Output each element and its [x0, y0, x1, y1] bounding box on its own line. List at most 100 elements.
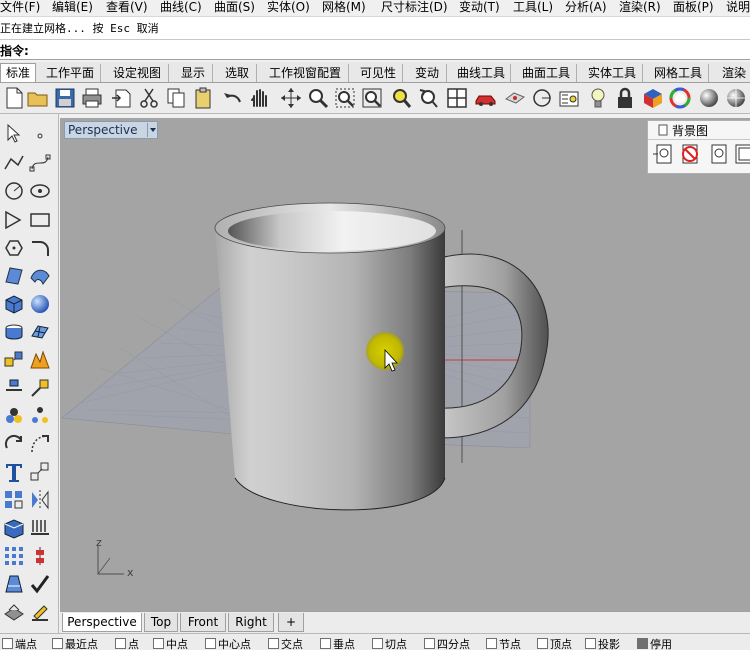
perspective-viewport[interactable]: z x Perspective [60, 118, 750, 611]
viewport-tab-front[interactable]: Front [180, 613, 226, 632]
snap-end[interactable]: 端点 [2, 636, 37, 650]
cylinder-icon[interactable] [2, 320, 26, 344]
tab-curve-tools[interactable]: 曲线工具 [452, 64, 511, 82]
circle-tool-icon[interactable] [530, 86, 554, 110]
menu-help[interactable]: 说明 [726, 0, 750, 14]
menu-analyze[interactable]: 分析(A) [565, 0, 607, 14]
menu-solid[interactable]: 实体(O) [267, 0, 310, 14]
move-background-icon[interactable] [708, 143, 730, 165]
plane-icon[interactable] [503, 86, 527, 110]
copy-object-icon[interactable] [28, 376, 52, 400]
polyline-icon[interactable] [2, 151, 26, 175]
zoom-window-icon[interactable] [333, 86, 357, 110]
explode-icon[interactable] [2, 348, 26, 372]
menu-dimension[interactable]: 尺寸标注(D) [381, 0, 448, 14]
copy-icon[interactable] [164, 86, 188, 110]
snap-vertex-checkbox[interactable] [537, 638, 548, 649]
layer-icon[interactable] [557, 86, 581, 110]
point-icon[interactable] [28, 122, 52, 146]
check-icon[interactable] [28, 572, 52, 596]
snap-knot[interactable]: 节点 [486, 636, 521, 650]
add-viewport-tab-button[interactable]: + [278, 613, 304, 632]
tab-select[interactable]: 选取 [218, 64, 257, 82]
viewport-title-tab[interactable]: Perspective [64, 121, 158, 139]
scale-icon[interactable] [28, 432, 52, 456]
snap-center-checkbox[interactable] [205, 638, 216, 649]
print-icon[interactable] [80, 86, 104, 110]
dimension-icon[interactable] [28, 516, 52, 540]
text-icon[interactable] [2, 460, 26, 484]
snap-project[interactable]: 投影 [585, 636, 620, 650]
menu-render[interactable]: 渲染(R) [619, 0, 661, 14]
surface-from-points-icon[interactable] [2, 264, 26, 288]
cut-icon[interactable] [137, 86, 161, 110]
snap-near[interactable]: 最近点 [52, 636, 98, 650]
new-file-icon[interactable] [2, 86, 26, 110]
snap-disable[interactable]: 停用 [637, 636, 672, 650]
rotate-view-icon[interactable] [279, 86, 303, 110]
snap-end-checkbox[interactable] [2, 638, 13, 649]
snap-perpendicular-checkbox[interactable] [320, 638, 331, 649]
scale-background-icon[interactable] [734, 143, 750, 165]
tab-standard[interactable]: 标准 [0, 63, 36, 82]
tab-mesh-tools[interactable]: 网格工具 [648, 64, 709, 82]
snap-center[interactable]: 中心点 [205, 636, 251, 650]
menu-view[interactable]: 查看(V) [106, 0, 148, 14]
menu-edit[interactable]: 编辑(E) [52, 0, 93, 14]
light-bulb-icon[interactable] [586, 86, 610, 110]
viewport-menu-arrow[interactable] [147, 123, 158, 137]
snap-point[interactable]: 点 [115, 636, 139, 650]
snap-knot-checkbox[interactable] [486, 638, 497, 649]
sweep-surface-icon[interactable] [28, 264, 52, 288]
snap-intersection-checkbox[interactable] [268, 638, 279, 649]
car-icon[interactable] [474, 86, 498, 110]
mesh-icon[interactable] [28, 320, 52, 344]
tab-cplanes[interactable]: 工作平面 [40, 64, 101, 82]
snap-vertex[interactable]: 顶点 [537, 636, 572, 650]
transform-icon[interactable] [28, 460, 52, 484]
menu-transform[interactable]: 变动(T) [459, 0, 500, 14]
group-icon[interactable] [2, 404, 26, 428]
tab-render[interactable]: 渲染 [714, 64, 750, 82]
analyze-curvature-icon[interactable] [2, 572, 26, 596]
tab-viewport-layout[interactable]: 工作视窗配置 [262, 64, 349, 82]
redo-view-icon[interactable] [416, 86, 440, 110]
render-material-icon[interactable] [641, 86, 665, 110]
snap-quad[interactable]: 四分点 [424, 636, 470, 650]
sphere-icon[interactable] [28, 292, 52, 316]
color-wheel-icon[interactable] [668, 86, 692, 110]
point-grid-icon[interactable] [2, 544, 26, 568]
mirror-icon[interactable] [28, 488, 52, 512]
menu-surface[interactable]: 曲面(S) [214, 0, 255, 14]
import-icon[interactable] [110, 86, 134, 110]
snap-near-checkbox[interactable] [52, 638, 63, 649]
snap-point-checkbox[interactable] [115, 638, 126, 649]
command-line[interactable]: 指令: [0, 40, 750, 60]
snap-intersection[interactable]: 交点 [268, 636, 303, 650]
snap-quad-checkbox[interactable] [424, 638, 435, 649]
array-icon[interactable] [2, 488, 26, 512]
undo-icon[interactable] [220, 86, 244, 110]
open-folder-icon[interactable] [26, 86, 50, 110]
zoom-selected-icon[interactable] [389, 86, 413, 110]
menu-curve[interactable]: 曲线(C) [160, 0, 202, 14]
paint-icon[interactable] [28, 600, 52, 624]
snap-tangent-checkbox[interactable] [372, 638, 383, 649]
paste-icon[interactable] [191, 86, 215, 110]
tab-display[interactable]: 显示 [174, 64, 213, 82]
snap-tangent[interactable]: 切点 [372, 636, 407, 650]
ungroup-icon[interactable] [28, 404, 52, 428]
pan-hand-icon[interactable] [247, 86, 271, 110]
ellipse-icon[interactable] [28, 179, 52, 203]
render-icon[interactable] [2, 600, 26, 624]
arc-icon[interactable] [2, 208, 26, 232]
fillet-curve-icon[interactable] [28, 236, 52, 260]
menu-mesh[interactable]: 网格(M) [322, 0, 366, 14]
distance-icon[interactable] [28, 544, 52, 568]
tab-set-view[interactable]: 设定视图 [106, 64, 169, 82]
circle-icon[interactable] [2, 179, 26, 203]
save-icon[interactable] [53, 86, 77, 110]
render-sphere-icon[interactable] [724, 86, 748, 110]
tab-transform[interactable]: 变动 [408, 64, 447, 82]
shaded-sphere-icon[interactable] [697, 86, 721, 110]
